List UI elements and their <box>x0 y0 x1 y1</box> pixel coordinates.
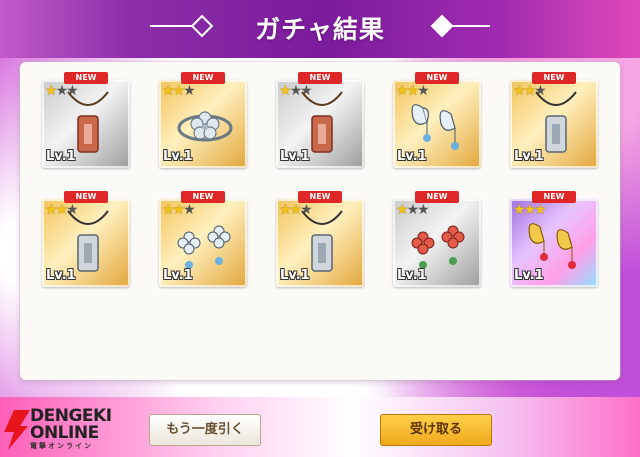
receive-button[interactable]: 受け取る <box>380 414 492 446</box>
new-badge: NEW <box>532 191 576 203</box>
item-frame: ★★★ Lv.1 <box>159 199 247 287</box>
item-frame: ★★★ Lv.1 <box>276 80 364 168</box>
item-frame: ★★★ Lv.1 <box>510 199 598 287</box>
star-icon: ★ <box>162 202 174 218</box>
new-badge: NEW <box>64 72 108 84</box>
star-icon: ★ <box>45 202 57 218</box>
logo-subtitle: 電撃オンライン <box>30 442 93 450</box>
star-icon: ★ <box>279 83 291 99</box>
star-icon: ★ <box>162 83 174 99</box>
item-level: Lv.1 <box>163 268 193 283</box>
star-icon: ★ <box>45 83 57 99</box>
item-frame: ★★★ Lv.1 <box>393 199 481 287</box>
item-frame: ★★★ Lv.1 <box>42 80 130 168</box>
new-badge: NEW <box>532 72 576 84</box>
item-level: Lv.1 <box>163 149 193 164</box>
necklace-tag-silver-icon <box>301 210 343 272</box>
star-icon: ★ <box>513 83 525 99</box>
bracelet-flower-icon <box>177 111 233 142</box>
star-icon: ★ <box>279 202 291 218</box>
page-title: ガチャ結果 <box>255 15 385 44</box>
item-level: Lv.1 <box>514 268 544 283</box>
logo-line2: ONLINE <box>30 423 99 443</box>
item-level: Lv.1 <box>46 268 76 283</box>
new-badge: NEW <box>415 72 459 84</box>
item-level: Lv.1 <box>280 149 310 164</box>
new-badge: NEW <box>298 191 342 203</box>
necklace-tag-silver-icon <box>535 91 577 153</box>
dengeki-online-logo: DENGEKI ONLINE 電撃オンライン <box>4 406 122 454</box>
star-icon: ★ <box>396 83 408 99</box>
item-level: Lv.1 <box>397 149 427 164</box>
earrings-flower-red-icon <box>411 225 465 269</box>
earrings-butterfly-gold-icon <box>528 223 576 269</box>
item-level: Lv.1 <box>280 268 310 283</box>
earrings-flower-silver-icon <box>177 225 231 269</box>
item-frame: ★★★ Lv.1 <box>42 199 130 287</box>
new-badge: NEW <box>181 72 225 84</box>
necklace-tag-silver-icon <box>67 210 109 272</box>
item-level: Lv.1 <box>514 149 544 164</box>
item-level: Lv.1 <box>397 268 427 283</box>
draw-again-button[interactable]: もう一度引く <box>149 414 261 446</box>
item-frame: ★★★ Lv.1 <box>159 80 247 168</box>
star-icon: ★ <box>396 202 408 218</box>
new-badge: NEW <box>181 191 225 203</box>
results-panel: NEW ★★★ Lv.1 NEW ★★★ Lv.1 NEW ★★★ Lv.1 NEW ★★★ Lv.1… <box>20 62 620 380</box>
new-badge: NEW <box>415 191 459 203</box>
item-frame: ★★★ Lv.1 <box>276 199 364 287</box>
new-badge: NEW <box>298 72 342 84</box>
earrings-butterfly-icon <box>411 104 459 150</box>
item-frame: ★★★ Lv.1 <box>510 80 598 168</box>
lightning-bolt-icon <box>4 410 30 450</box>
star-icon: ★ <box>513 202 525 218</box>
title-ornament-right <box>430 14 490 38</box>
necklace-tag-bronze-icon <box>301 91 343 153</box>
necklace-tag-bronze-icon <box>67 91 109 153</box>
item-level: Lv.1 <box>46 149 76 164</box>
item-frame: ★★★ Lv.1 <box>393 80 481 168</box>
new-badge: NEW <box>64 191 108 203</box>
